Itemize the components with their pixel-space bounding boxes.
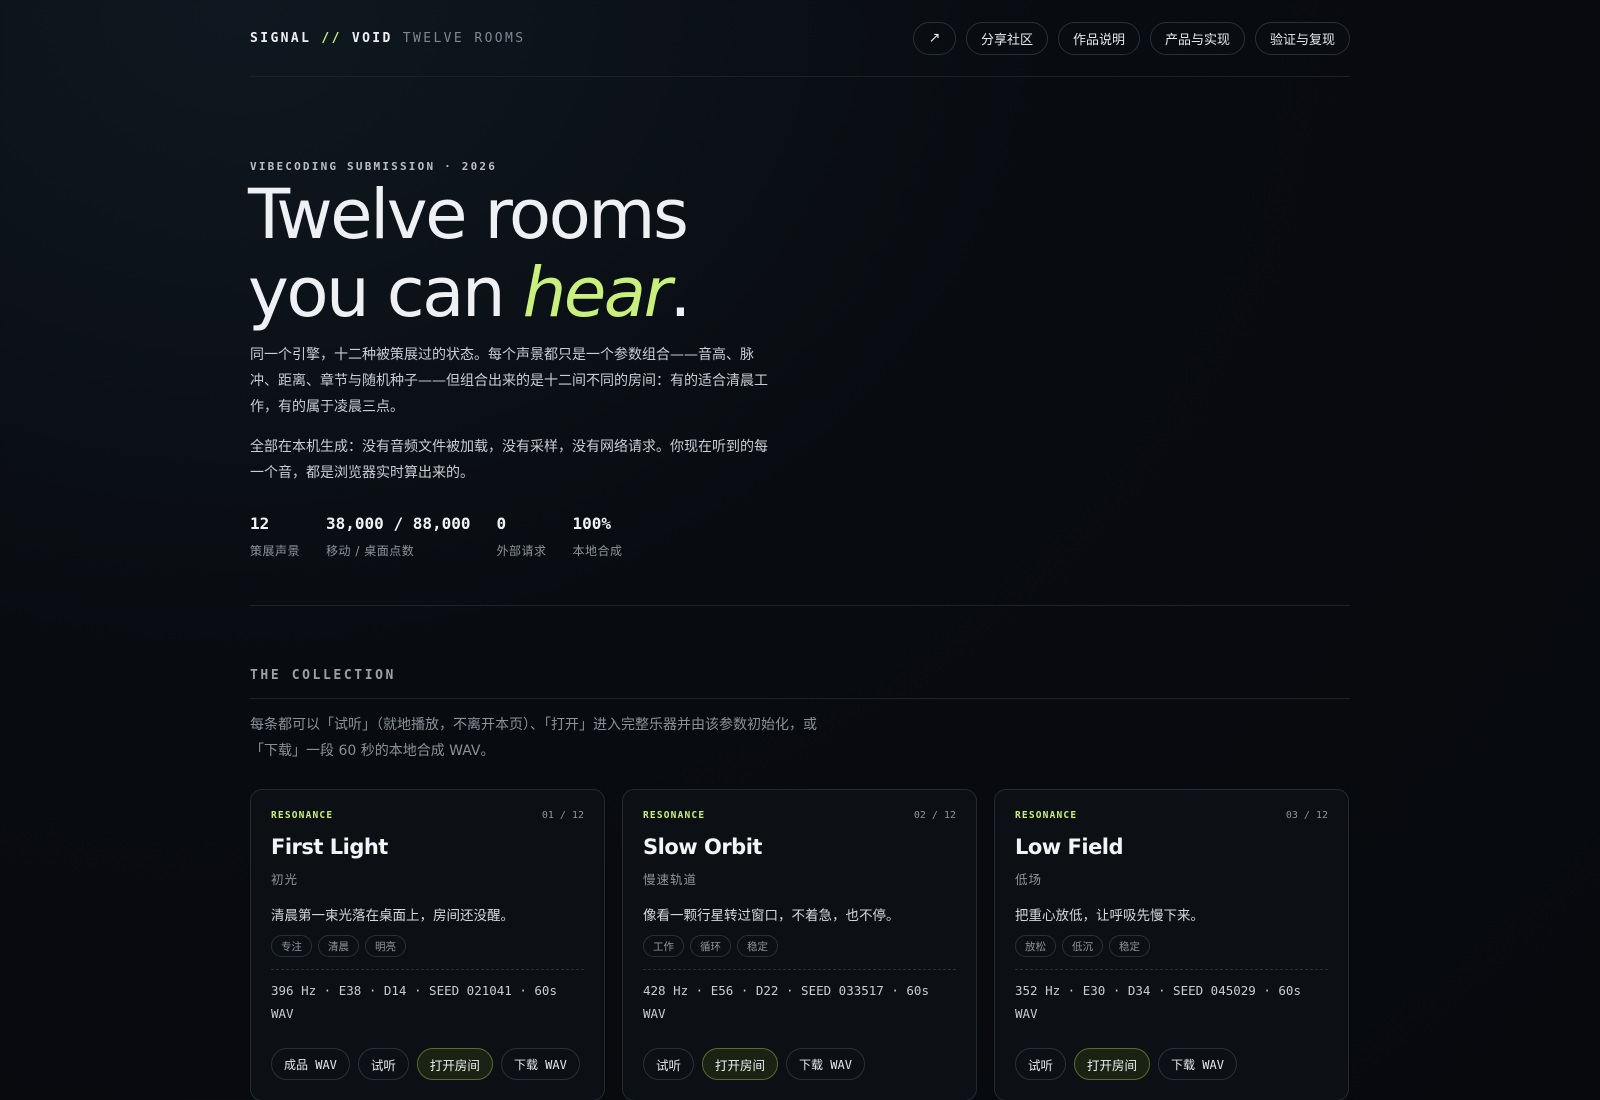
- hero-description-2: 全部在本机生成：没有音频文件被加载，没有采样，没有网络请求。你现在听到的每一个音…: [250, 439, 768, 481]
- listen-button[interactable]: 试听: [357, 1048, 409, 1080]
- card-dashed-divider: [643, 969, 956, 970]
- top-bar: SIGNAL // VOID TWELVE ROOMS ↗ 分享社区 作品说明 …: [250, 0, 1350, 77]
- hero-eyebrow: VIBECODING SUBMISSION · 2026: [250, 160, 498, 173]
- card-actions: 试听 打开房间 下载 WAV: [1015, 1048, 1237, 1080]
- tag: 循环: [690, 935, 731, 957]
- brand-logo[interactable]: SIGNAL // VOID TWELVE ROOMS: [250, 31, 526, 46]
- card-tags: 专注 清晨 明亮: [271, 935, 584, 957]
- brand-void: VOID: [351, 30, 393, 46]
- tag: 专注: [271, 935, 312, 957]
- stat-value: 100%: [572, 514, 612, 533]
- card-kind: RESONANCE: [1015, 810, 1078, 821]
- stat-label: 策展声景: [250, 544, 301, 558]
- card-description: 清晨第一束光落在桌面上，房间还没醒。: [271, 908, 514, 924]
- hero-title-line2-pre: you can: [248, 253, 523, 333]
- download-wav-button[interactable]: 下载 WAV: [786, 1048, 865, 1080]
- card-actions: 试听 打开房间 下载 WAV: [643, 1048, 865, 1080]
- card-params: 352 Hz · E30 · D34 · SEED 045029 · 60s W…: [1015, 983, 1301, 1021]
- top-nav: ↗ 分享社区 作品说明 产品与实现 验证与复现: [912, 21, 1350, 55]
- card-description: 把重心放低，让呼吸先慢下来。: [1015, 908, 1204, 924]
- card-dashed-divider: [1015, 969, 1328, 970]
- arrow-up-right-icon: ↗: [928, 30, 941, 46]
- open-room-button[interactable]: 打开房间: [702, 1048, 779, 1080]
- card-description: 像看一颗行星转过窗口，不着急，也不停。: [643, 908, 900, 924]
- nav-verify-reproduce[interactable]: 验证与复现: [1254, 21, 1350, 55]
- stat-curated: 12 策展声景: [250, 514, 300, 559]
- card-header: RESONANCE 03 / 12: [1015, 810, 1328, 821]
- nav-about-work[interactable]: 作品说明: [1057, 21, 1140, 55]
- collection-title: THE COLLECTION: [250, 668, 396, 683]
- download-wav-button[interactable]: 下载 WAV: [500, 1048, 580, 1080]
- external-link-button[interactable]: ↗: [912, 21, 956, 55]
- card-title: Low Field: [1015, 835, 1124, 859]
- hero-title: Twelve rooms you can hear.: [248, 175, 691, 333]
- listen-button[interactable]: 试听: [1015, 1048, 1067, 1080]
- nav-share-community[interactable]: 分享社区: [965, 21, 1048, 55]
- tag: 稳定: [737, 935, 778, 957]
- card-params: 428 Hz · E56 · D22 · SEED 033517 · 60s W…: [643, 983, 929, 1021]
- tag: 清晨: [318, 935, 359, 957]
- collection-description: 每条都可以「试听」（就地播放，不离开本页）、「打开」进入完整乐器并由该参数初始化…: [250, 717, 817, 759]
- open-room-button[interactable]: 打开房间: [416, 1048, 493, 1080]
- card-subtitle: 低场: [1015, 872, 1043, 887]
- card-actions: 成品 WAV 试听 打开房间 下载 WAV: [271, 1048, 580, 1080]
- section-divider: [250, 605, 1350, 606]
- card-kind: RESONANCE: [271, 810, 334, 821]
- stat-local: 100% 本地合成: [573, 514, 623, 559]
- stat-label: 移动 / 桌面点数: [326, 544, 415, 558]
- room-card: RESONANCE 03 / 12 Low Field 低场 把重心放低，让呼吸…: [994, 789, 1349, 1100]
- stat-value: 38,000 / 88,000: [326, 514, 471, 533]
- card-title: First Light: [271, 835, 388, 859]
- stat-points: 38,000 / 88,000 移动 / 桌面点数: [326, 514, 471, 559]
- card-params: 396 Hz · E38 · D14 · SEED 021041 · 60s W…: [271, 983, 557, 1021]
- stat-value: 0: [496, 514, 507, 533]
- card-index: 03 / 12: [1285, 810, 1328, 821]
- brand-tagline: TWELVE ROOMS: [402, 30, 526, 46]
- open-room-button[interactable]: 打开房间: [1074, 1048, 1151, 1080]
- brand-signal: SIGNAL: [250, 30, 312, 46]
- collection-divider: [250, 698, 1350, 699]
- card-index: 01 / 12: [541, 810, 584, 821]
- hero-stats: 12 策展声景 38,000 / 88,000 移动 / 桌面点数 0 外部请求…: [250, 514, 623, 559]
- card-grid: RESONANCE 01 / 12 First Light 初光 清晨第一束光落…: [250, 789, 1349, 1100]
- card-header: RESONANCE 02 / 12: [643, 810, 956, 821]
- room-card: RESONANCE 01 / 12 First Light 初光 清晨第一束光落…: [250, 789, 605, 1100]
- card-header: RESONANCE 01 / 12: [271, 810, 584, 821]
- nav-product-implementation[interactable]: 产品与实现: [1149, 21, 1245, 55]
- brand-separator: //: [321, 30, 342, 46]
- card-dashed-divider: [271, 969, 584, 970]
- tag: 放松: [1015, 935, 1056, 957]
- card-subtitle: 慢速轨道: [643, 872, 698, 887]
- page: SIGNAL // VOID TWELVE ROOMS ↗ 分享社区 作品说明 …: [248, 0, 1350, 1100]
- finished-wav-button[interactable]: 成品 WAV: [271, 1048, 350, 1080]
- listen-button[interactable]: 试听: [643, 1048, 695, 1080]
- stat-requests: 0 外部请求: [497, 514, 547, 559]
- hero-title-line1: Twelve rooms: [248, 175, 689, 255]
- download-wav-button[interactable]: 下载 WAV: [1158, 1048, 1237, 1080]
- card-subtitle: 初光: [271, 872, 299, 887]
- hero-title-accent: hear: [522, 253, 672, 333]
- card-kind: RESONANCE: [643, 810, 706, 821]
- tag: 稳定: [1109, 935, 1150, 957]
- tag: 明亮: [365, 935, 406, 957]
- hero-description-1: 同一个引擎，十二种被策展过的状态。每个声景都只是一个参数组合——音高、脉冲、距离…: [250, 347, 768, 415]
- card-index: 02 / 12: [913, 810, 956, 821]
- room-card: RESONANCE 02 / 12 Slow Orbit 慢速轨道 像看一颗行星…: [622, 789, 977, 1100]
- tag: 工作: [643, 935, 684, 957]
- card-title: Slow Orbit: [643, 835, 762, 859]
- stat-label: 外部请求: [496, 544, 547, 558]
- card-tags: 工作 循环 稳定: [643, 935, 956, 957]
- stat-value: 12: [250, 514, 270, 533]
- hero-title-line2-post: .: [669, 253, 691, 333]
- stat-label: 本地合成: [572, 544, 623, 558]
- tag: 低沉: [1062, 935, 1103, 957]
- card-tags: 放松 低沉 稳定: [1015, 935, 1328, 957]
